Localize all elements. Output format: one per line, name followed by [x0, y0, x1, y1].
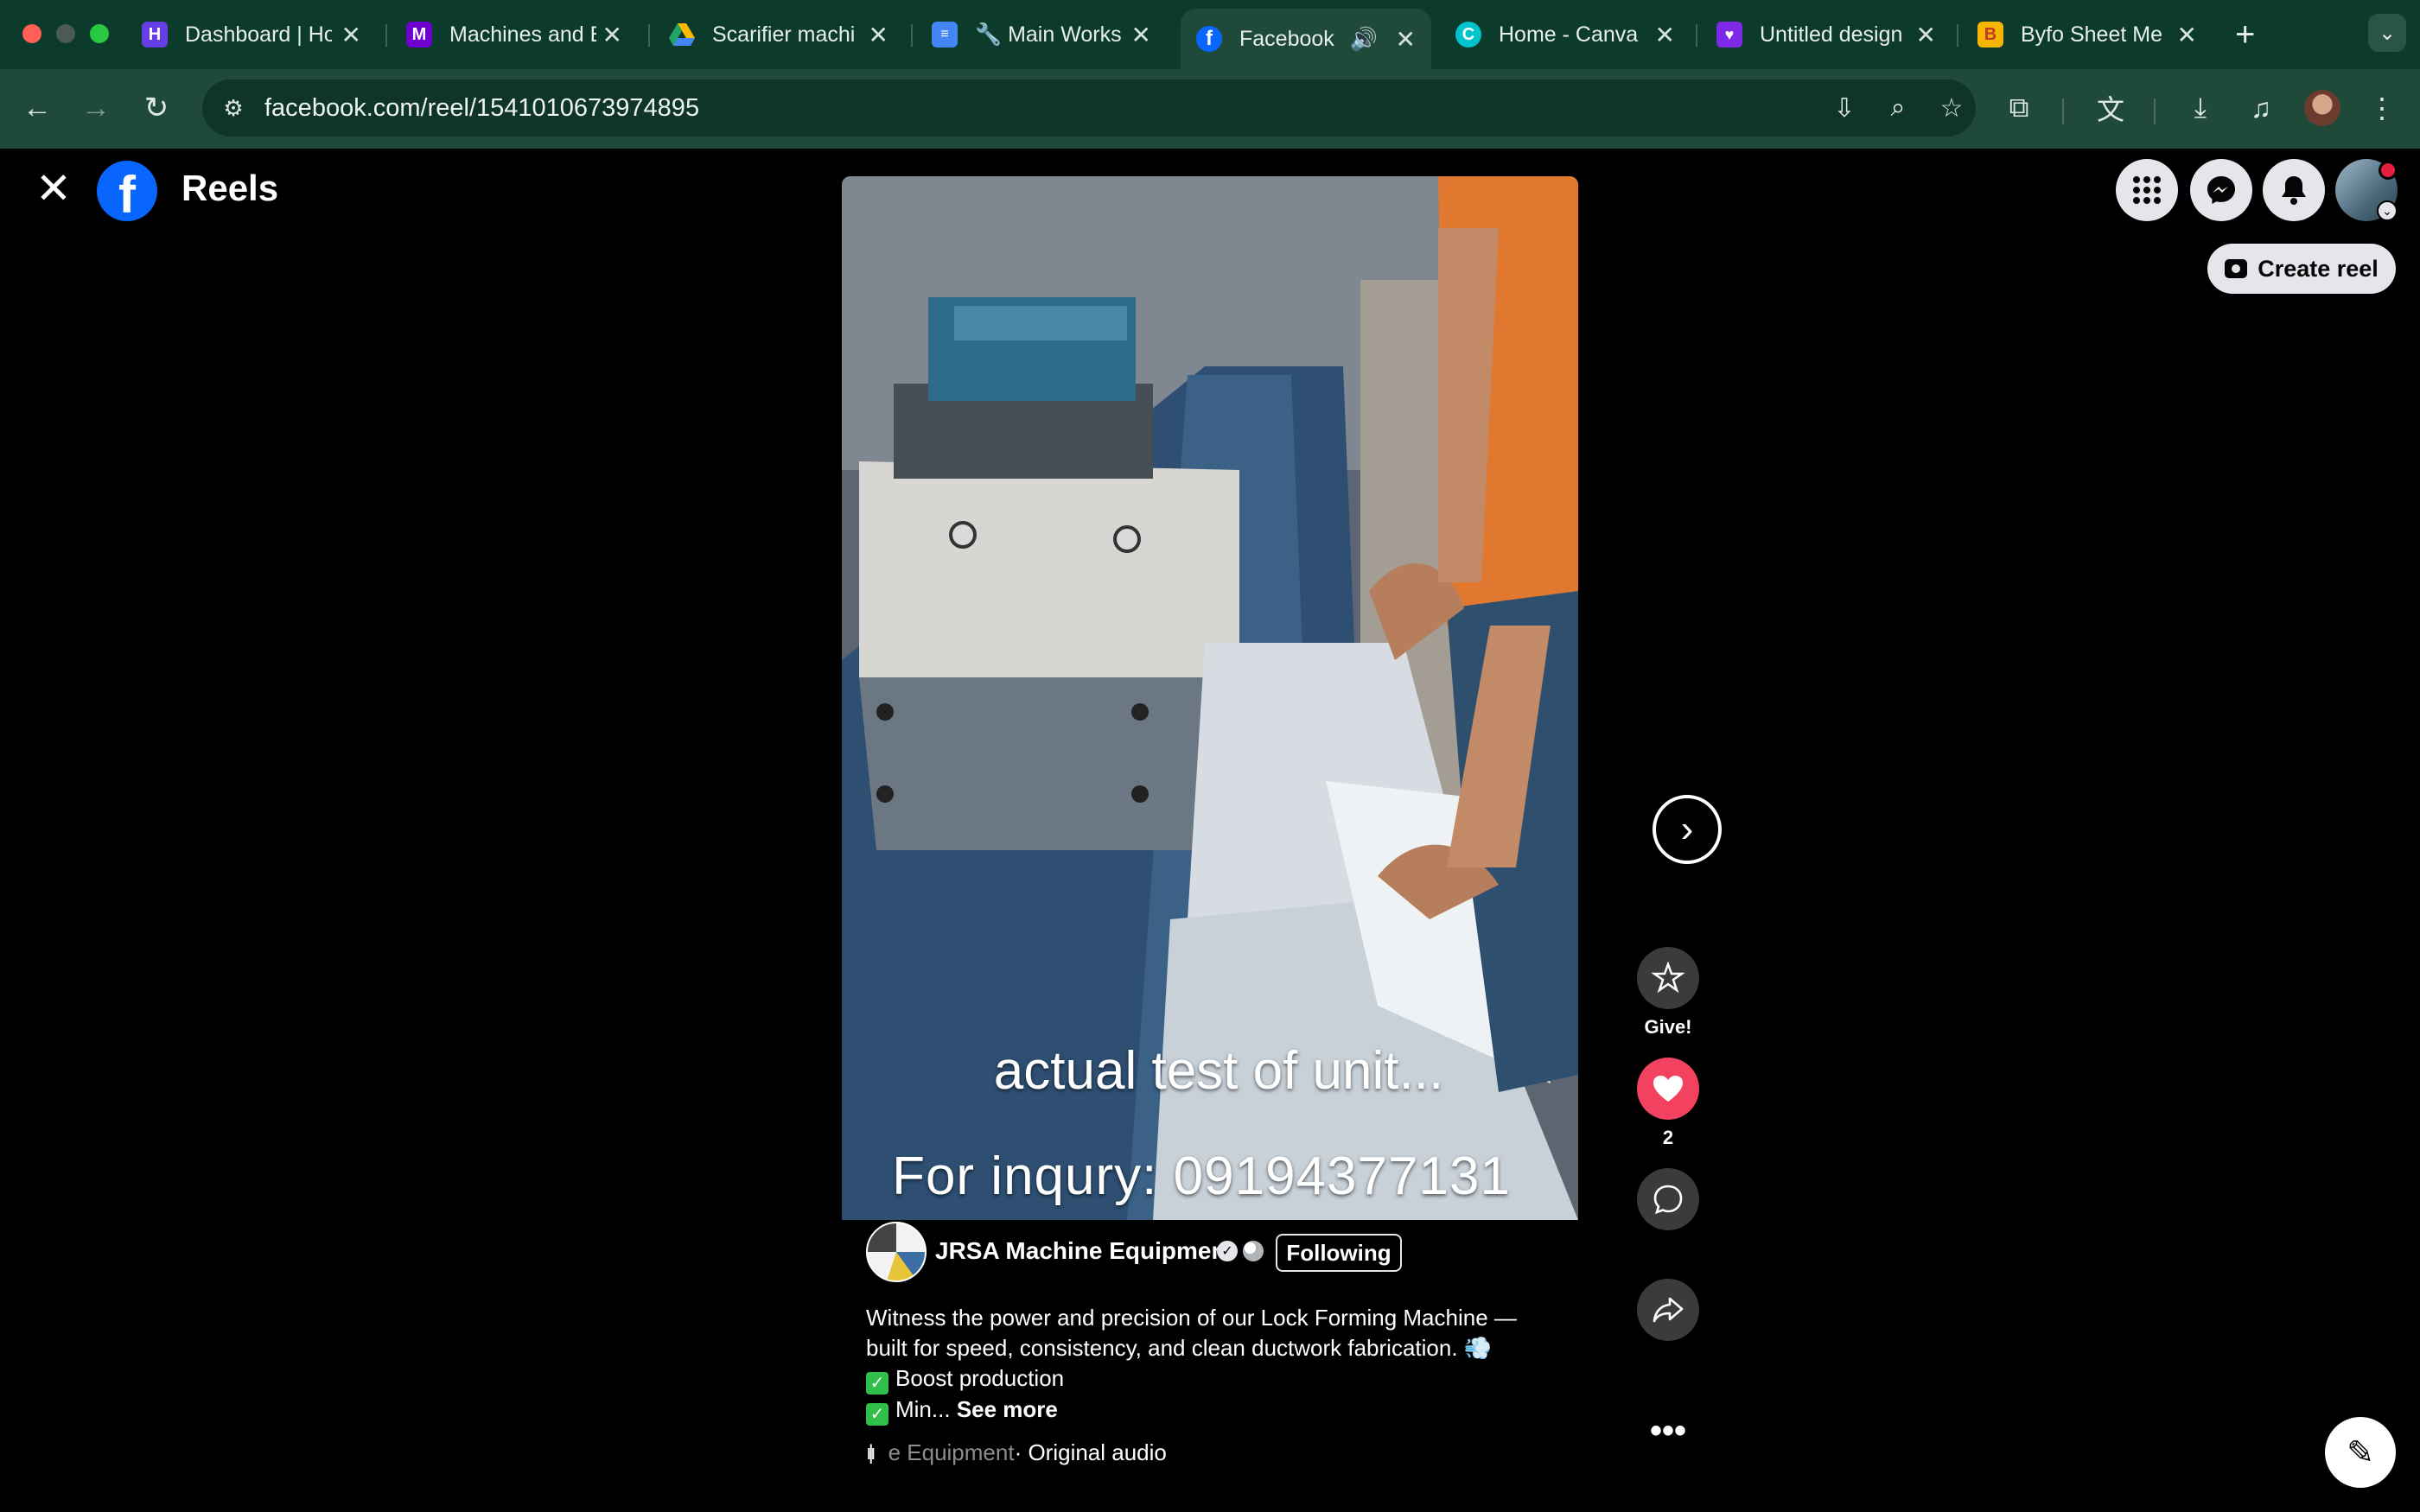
tab-dashboard[interactable]: H Dashboard | Ho ✕ — [126, 12, 377, 57]
tab-canva[interactable]: C Home - Canva ✕ — [1440, 12, 1691, 57]
star-icon — [1652, 962, 1684, 994]
close-reels-icon[interactable]: ✕ — [35, 167, 73, 210]
give-stars-button[interactable] — [1637, 947, 1699, 1009]
notifications-bell-icon[interactable] — [2263, 159, 2325, 221]
tab-separator — [1957, 24, 1958, 47]
bookmark-star-icon[interactable]: ☆ — [1934, 91, 1969, 125]
close-tab-icon[interactable]: ✕ — [1916, 21, 1936, 49]
comment-button[interactable] — [1637, 1168, 1699, 1230]
camera-icon — [2225, 259, 2248, 278]
share-icon — [1653, 1297, 1684, 1323]
google-docs-icon: ≡ — [932, 22, 958, 48]
download-icon[interactable]: ⤓ — [2180, 87, 2221, 129]
browser-window: H Dashboard | Ho ✕ M Machines and E ✕ Sc… — [0, 0, 2420, 1512]
tab-search-icon[interactable]: ⌄ — [2368, 14, 2406, 52]
back-icon[interactable]: ← — [16, 86, 59, 130]
new-message-icon[interactable]: ✎ — [2325, 1417, 2396, 1488]
minimize-window-button[interactable] — [56, 24, 75, 43]
video-caption: For inqury: 09194377131 — [892, 1147, 1511, 1206]
hostinger-icon: H — [142, 22, 168, 48]
share-button[interactable] — [1637, 1279, 1699, 1341]
extensions-icon[interactable]: ⧉ — [1998, 87, 2040, 129]
toolbar-separator — [2154, 98, 2156, 124]
facebook-logo-icon[interactable]: f — [97, 161, 157, 221]
page-name-link[interactable]: JRSA Machine Equipment — [935, 1237, 1234, 1265]
heart-chat-icon: ♥ — [1716, 22, 1742, 48]
translate-icon[interactable]: 文 — [2090, 87, 2131, 129]
page-title: Reels — [182, 168, 279, 208]
close-tab-icon[interactable]: ✕ — [1655, 21, 1675, 49]
more-options-icon[interactable]: ••• — [1640, 1414, 1696, 1448]
verified-badge-icon: ✓ — [1217, 1241, 1238, 1261]
comment-icon — [1653, 1185, 1683, 1215]
browser-profile-avatar[interactable] — [2304, 90, 2340, 126]
create-reel-button[interactable]: Create reel — [2207, 244, 2396, 294]
tab-separator — [648, 24, 650, 47]
next-reel-button[interactable]: › — [1653, 795, 1722, 864]
close-tab-icon[interactable]: ✕ — [1131, 21, 1151, 49]
tab-strip: H Dashboard | Ho ✕ M Machines and E ✕ Sc… — [0, 0, 2420, 69]
check-mark-icon: ✓ — [866, 1403, 888, 1426]
reload-icon[interactable]: ↻ — [135, 86, 178, 130]
close-tab-icon[interactable]: ✕ — [1396, 25, 1416, 54]
check-mark-icon: ✓ — [866, 1372, 888, 1394]
speaker-icon[interactable]: 🔊 — [1350, 26, 1378, 53]
media-control-icon[interactable]: ♫ — [2240, 87, 2282, 129]
messenger-icon[interactable] — [2190, 159, 2252, 221]
notification-dot — [2379, 161, 2398, 180]
video-caption: actual test of unit... — [993, 1041, 1444, 1101]
toolbar-separator — [2062, 98, 2064, 124]
facebook-icon: f — [1196, 26, 1222, 52]
like-button[interactable] — [1637, 1058, 1699, 1120]
browser-toolbar: ← → ↻ ⚙ facebook.com/reel/15410106739748… — [0, 69, 2420, 149]
like-count: 2 — [1662, 1127, 1674, 1148]
tab-separator — [1696, 24, 1697, 47]
close-tab-icon[interactable]: ✕ — [2177, 21, 2197, 49]
see-more-link[interactable]: See more — [957, 1396, 1058, 1422]
site-settings-icon[interactable]: ⚙ — [216, 91, 251, 125]
tab-machines[interactable]: M Machines and E ✕ — [391, 12, 638, 57]
new-tab-icon[interactable]: + — [2235, 16, 2255, 54]
tab-byfo-sheet[interactable]: B Byfo Sheet Me ✕ — [1962, 12, 2213, 57]
page-avatar[interactable] — [866, 1222, 927, 1282]
heart-icon — [1653, 1076, 1683, 1102]
forward-icon[interactable]: → — [74, 86, 118, 130]
zoom-icon[interactable]: ⌕ — [1881, 91, 1915, 125]
close-tab-icon[interactable]: ✕ — [341, 21, 361, 49]
post-description: Witness the power and precision of our L… — [866, 1305, 1517, 1426]
tab-separator — [385, 24, 387, 47]
close-tab-icon[interactable]: ✕ — [602, 21, 622, 49]
byfo-icon: B — [1977, 22, 2003, 48]
address-bar[interactable]: ⚙ facebook.com/reel/1541010673974895 ⇩ ⌕… — [202, 79, 1976, 137]
reel-video[interactable]: actual test of unit... For inqury: 09194… — [842, 176, 1578, 1220]
following-button[interactable]: Following — [1276, 1234, 1402, 1272]
make-icon: M — [406, 22, 432, 48]
globe-icon — [1243, 1241, 1264, 1261]
google-drive-icon — [669, 22, 695, 48]
browser-menu-icon[interactable]: ⋮ — [2361, 87, 2403, 129]
tab-facebook[interactable]: f Facebook 🔊 ✕ — [1181, 9, 1431, 69]
tab-untitled-design[interactable]: ♥ Untitled design ✕ — [1701, 12, 1952, 57]
canva-icon: C — [1455, 22, 1481, 48]
audio-info[interactable]: ı|ı e Equipment · Original audio — [866, 1439, 1167, 1466]
close-tab-icon[interactable]: ✕ — [869, 21, 888, 49]
audio-wave-icon: ı|ı — [866, 1440, 876, 1464]
tab-main-works[interactable]: ≡ 🔧 Main Works ✕ — [916, 12, 1167, 57]
maximize-window-button[interactable] — [90, 24, 109, 43]
close-window-button[interactable] — [22, 24, 41, 43]
install-app-icon[interactable]: ⇩ — [1827, 91, 1862, 125]
menu-grid-icon[interactable] — [2116, 159, 2178, 221]
tab-separator — [911, 24, 913, 47]
chevron-down-icon[interactable]: ⌄ — [2377, 200, 2398, 221]
tab-scarifier[interactable]: Scarifier machi ✕ — [653, 12, 904, 57]
